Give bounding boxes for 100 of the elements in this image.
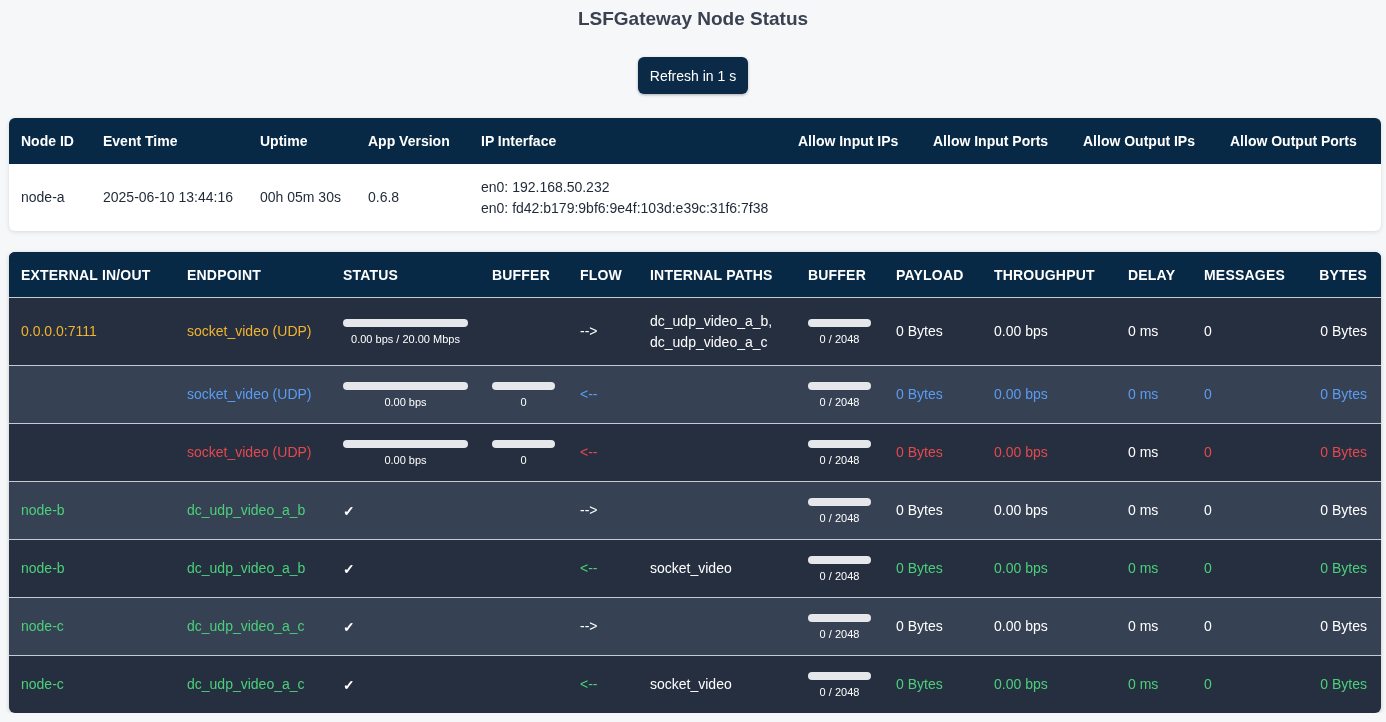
column-header: THROUGHPUT bbox=[994, 266, 1096, 283]
table-cell-text: 2025-06-10 13:44:16 bbox=[103, 188, 234, 207]
column-header: BYTES bbox=[1319, 266, 1367, 283]
column-header: Allow Input IPs bbox=[798, 133, 900, 149]
check-mark: ✓ bbox=[343, 502, 355, 519]
address-text: node-b bbox=[21, 560, 65, 576]
column-header: IP Interface bbox=[481, 133, 558, 149]
bytes-value: 0 Bytes bbox=[1320, 676, 1367, 692]
column-header: BUFFER bbox=[808, 266, 867, 283]
endpoint-name: dc_udp_video_a_b bbox=[187, 560, 306, 576]
messages-value: 0 bbox=[1204, 560, 1212, 576]
payload-value: 0 Bytes bbox=[896, 323, 943, 339]
meter-reading: 0 / 2048 bbox=[819, 685, 860, 698]
column-header: BUFFER bbox=[492, 266, 551, 283]
check-mark: ✓ bbox=[343, 676, 355, 693]
messages-value: 0 bbox=[1204, 323, 1212, 339]
meter-reading: 0 / 2048 bbox=[819, 627, 860, 640]
meter-reading: 0 / 2048 bbox=[819, 332, 860, 345]
meter-reading: 0.00 bps bbox=[384, 395, 427, 408]
bytes-value: 0 Bytes bbox=[1320, 444, 1367, 460]
throughput-value: 0.00 bps bbox=[994, 444, 1048, 460]
payload-value: 0 Bytes bbox=[896, 502, 943, 518]
meter-reading: 0 / 2048 bbox=[819, 569, 860, 582]
table-cell-text: en0: 192.168.50.232 bbox=[481, 177, 611, 197]
column-header: PAYLOAD bbox=[896, 266, 965, 283]
column-header: ENDPOINT bbox=[187, 266, 262, 283]
meter-reading: 0.00 bps / 20.00 Mbps bbox=[351, 332, 460, 345]
delay-value: 0 ms bbox=[1128, 618, 1159, 634]
address-text: node-b bbox=[21, 502, 65, 518]
messages-value: 0 bbox=[1204, 502, 1212, 518]
table-cell-text: 0.6.8 bbox=[368, 188, 401, 207]
bytes-value: 0 Bytes bbox=[1320, 323, 1367, 339]
column-header: Node ID bbox=[21, 133, 75, 149]
delay-value: 0 ms bbox=[1128, 560, 1159, 576]
flow-arrow-text: <-- bbox=[580, 560, 598, 576]
column-header: INTERNAL PATHS bbox=[650, 266, 774, 283]
endpoint-name: socket_video (UDP) bbox=[187, 386, 312, 402]
bytes-value: 0 Bytes bbox=[1320, 386, 1367, 402]
internal-paths-text: dc_udp_video_a_b, dc_udp_video_a_c bbox=[650, 311, 774, 352]
table-cell-text: node-a bbox=[21, 188, 66, 207]
delay-value: 0 ms bbox=[1128, 444, 1159, 460]
column-header: DELAY bbox=[1128, 266, 1177, 283]
endpoint-name: socket_video (UDP) bbox=[187, 323, 312, 339]
payload-value: 0 Bytes bbox=[896, 560, 943, 576]
address-text: 0.0.0.0:7111 bbox=[21, 323, 97, 339]
internal-paths-text: socket_video bbox=[650, 559, 733, 578]
meter-reading: 0 / 2048 bbox=[819, 395, 860, 408]
check-mark: ✓ bbox=[343, 618, 355, 635]
flow-arrow-text: <-- bbox=[580, 444, 598, 460]
endpoint-name: socket_video (UDP) bbox=[187, 444, 312, 460]
check-mark: ✓ bbox=[343, 560, 355, 577]
messages-value: 0 bbox=[1204, 618, 1212, 634]
throughput-value: 0.00 bps bbox=[994, 560, 1048, 576]
flow-arrow-text: <-- bbox=[580, 386, 598, 402]
throughput-value: 0.00 bps bbox=[994, 386, 1048, 402]
meter-reading: 0 bbox=[520, 453, 527, 466]
flow-arrow-text: --> bbox=[580, 618, 598, 634]
messages-value: 0 bbox=[1204, 386, 1212, 402]
payload-value: 0 Bytes bbox=[896, 618, 943, 634]
table-cell-text: 00h 05m 30s bbox=[260, 188, 342, 207]
column-header: STATUS bbox=[343, 266, 400, 283]
column-header: Uptime bbox=[260, 133, 309, 149]
delay-value: 0 ms bbox=[1128, 676, 1159, 692]
column-header: Event Time bbox=[103, 133, 179, 149]
delay-value: 0 ms bbox=[1128, 502, 1159, 518]
column-header: MESSAGES bbox=[1204, 266, 1286, 283]
messages-value: 0 bbox=[1204, 444, 1212, 460]
table-cell-text: en0: fd42:b179:9bf6:9e4f:103d:e39c:31f6:7f38 bbox=[481, 198, 770, 218]
meter-reading: 0 / 2048 bbox=[819, 453, 860, 466]
flow-arrow-text: <-- bbox=[580, 676, 598, 692]
messages-value: 0 bbox=[1204, 676, 1212, 692]
column-header: Allow Input Ports bbox=[933, 133, 1050, 149]
payload-value: 0 Bytes bbox=[896, 676, 943, 692]
flow-arrow-text: --> bbox=[580, 502, 598, 518]
throughput-value: 0.00 bps bbox=[994, 618, 1048, 634]
throughput-value: 0.00 bps bbox=[994, 676, 1048, 692]
endpoint-name: dc_udp_video_a_c bbox=[187, 618, 305, 634]
internal-paths-text: socket_video bbox=[650, 675, 733, 694]
meter-reading: 0 bbox=[520, 395, 527, 408]
column-header: Allow Output Ports bbox=[1230, 133, 1358, 149]
payload-value: 0 Bytes bbox=[896, 386, 943, 402]
flow-arrow-text: --> bbox=[580, 323, 598, 339]
endpoint-name: dc_udp_video_a_b bbox=[187, 502, 306, 518]
delay-value: 0 ms bbox=[1128, 323, 1159, 339]
meter-reading: 0 / 2048 bbox=[819, 511, 860, 524]
refresh-button[interactable]: Refresh in 1 s bbox=[637, 57, 749, 94]
payload-value: 0 Bytes bbox=[896, 444, 943, 460]
delay-value: 0 ms bbox=[1128, 386, 1159, 402]
meter-reading: 0.00 bps bbox=[384, 453, 427, 466]
throughput-value: 0.00 bps bbox=[994, 502, 1048, 518]
bytes-value: 0 Bytes bbox=[1320, 560, 1367, 576]
page-title: LSFGateway Node Status bbox=[577, 8, 809, 30]
column-header: FLOW bbox=[580, 266, 623, 283]
throughput-value: 0.00 bps bbox=[994, 323, 1048, 339]
column-header: EXTERNAL IN/OUT bbox=[21, 266, 152, 283]
address-text: node-c bbox=[21, 676, 64, 692]
bytes-value: 0 Bytes bbox=[1320, 502, 1367, 518]
address-text: node-c bbox=[21, 618, 64, 634]
endpoint-name: dc_udp_video_a_c bbox=[187, 676, 305, 692]
column-header: Allow Output IPs bbox=[1083, 133, 1196, 149]
